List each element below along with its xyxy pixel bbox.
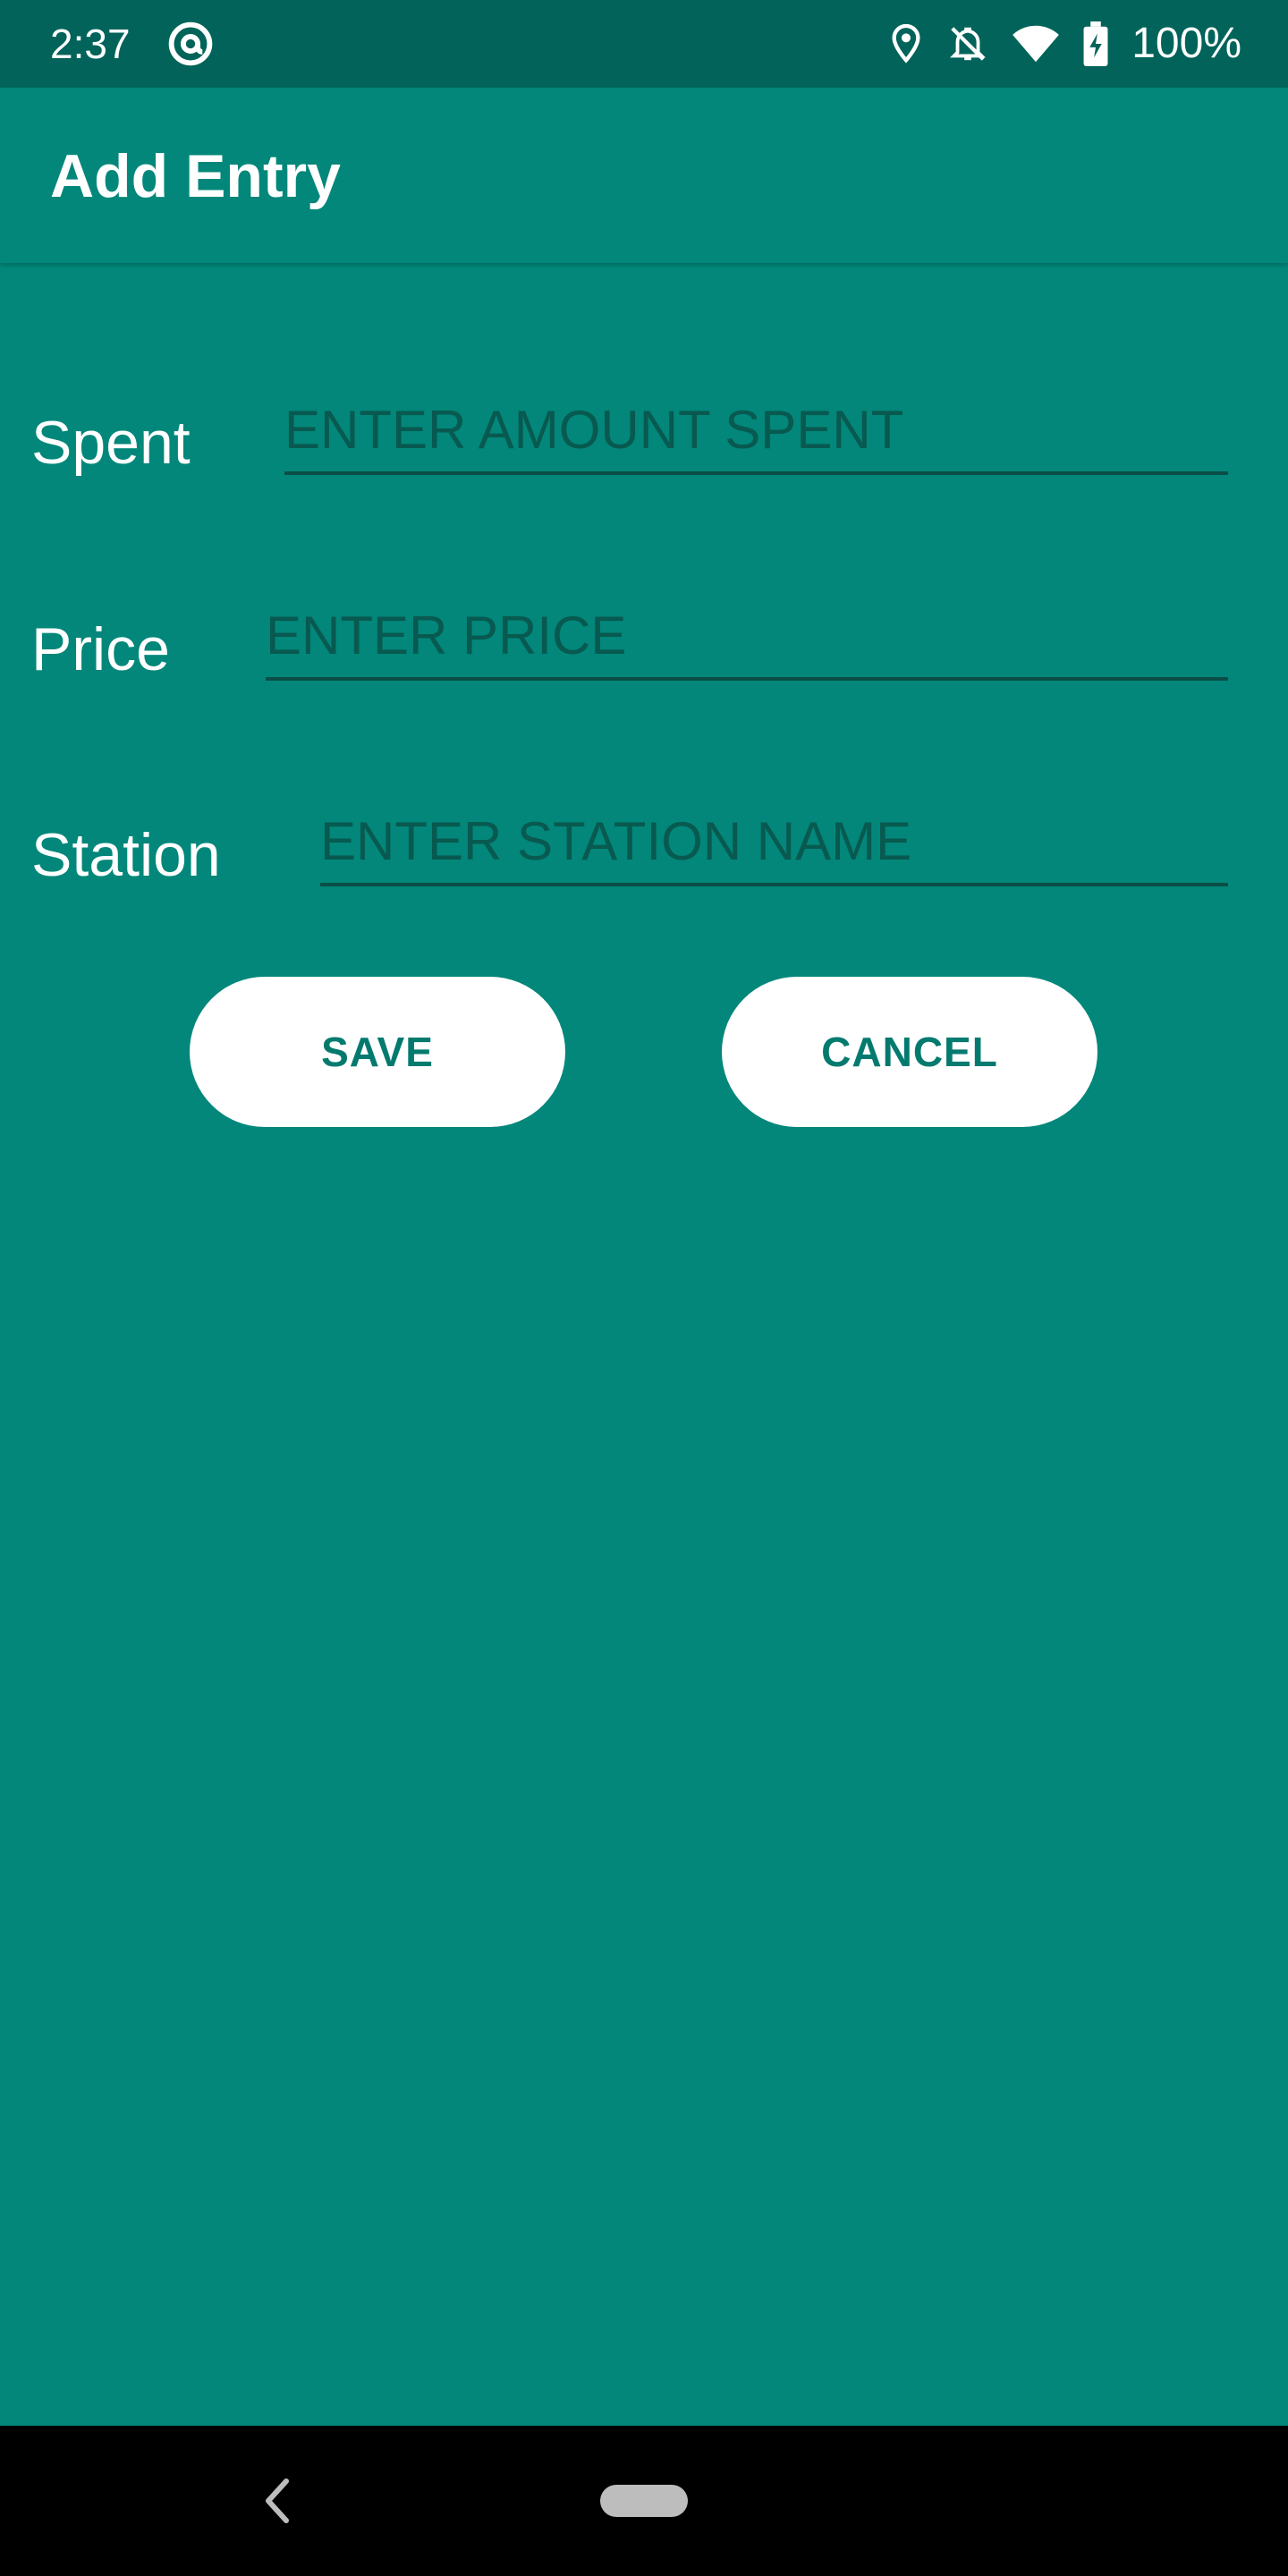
save-button[interactable]: SAVE xyxy=(190,977,565,1127)
battery-percent: 100% xyxy=(1131,20,1241,67)
spent-underline xyxy=(284,471,1228,475)
notifications-off-icon xyxy=(950,27,987,61)
wifi-icon xyxy=(1013,25,1060,63)
app-bar: Add Entry xyxy=(0,88,1288,263)
station-input[interactable] xyxy=(320,805,1228,877)
location-pin-icon xyxy=(892,23,920,64)
back-icon[interactable] xyxy=(259,2476,295,2526)
station-underline xyxy=(320,883,1228,886)
status-time: 2:37 xyxy=(50,21,131,67)
price-underline xyxy=(266,677,1228,681)
status-bar: 2:37 100% xyxy=(0,0,1288,88)
home-pill-icon[interactable] xyxy=(600,2485,688,2517)
spent-label: Spent xyxy=(31,409,191,477)
spent-input[interactable] xyxy=(284,394,1228,465)
at-sign-icon xyxy=(168,21,213,66)
battery-charging-icon xyxy=(1083,21,1108,66)
price-label: Price xyxy=(31,615,170,683)
page-title: Add Entry xyxy=(50,142,341,210)
status-icons: 100% xyxy=(888,18,1241,70)
cancel-button[interactable]: CANCEL xyxy=(722,977,1097,1127)
navigation-bar xyxy=(0,2426,1288,2576)
price-input[interactable] xyxy=(266,599,1228,671)
station-label: Station xyxy=(31,821,221,889)
